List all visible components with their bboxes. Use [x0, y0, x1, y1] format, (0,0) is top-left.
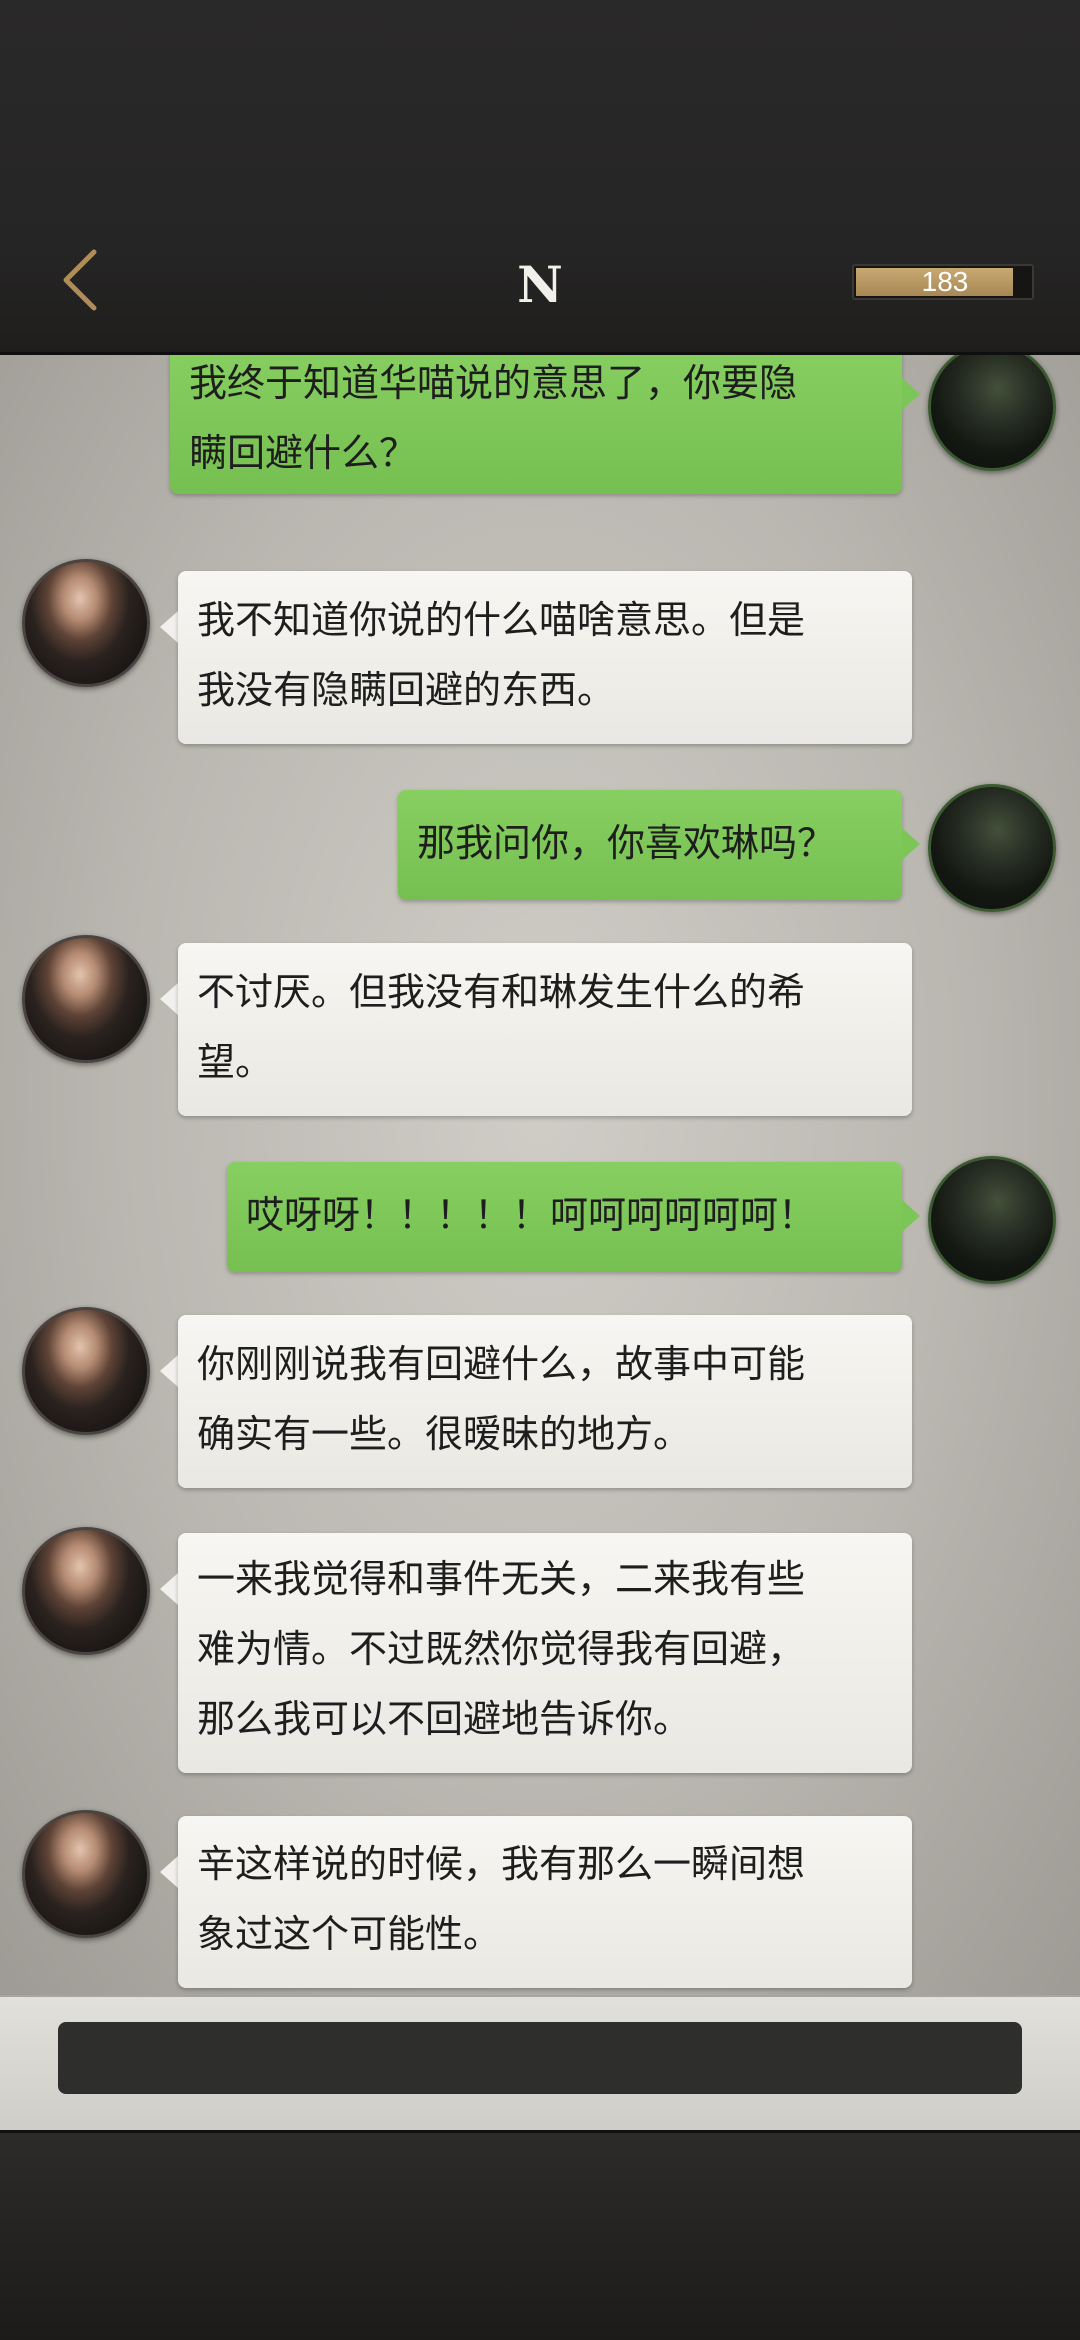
- bubble-tail: [902, 378, 920, 410]
- avatar-n[interactable]: [22, 1810, 150, 1938]
- avatar-self[interactable]: [928, 355, 1056, 471]
- top-bar: N 183: [0, 0, 1080, 355]
- message-bubble-n[interactable]: 不讨厌。但我没有和琳发生什么的希 望。: [178, 943, 912, 1116]
- avatar-n[interactable]: [22, 1527, 150, 1655]
- counter-badge[interactable]: 183: [852, 264, 1034, 300]
- bubble-tail: [902, 828, 920, 860]
- avatar-n[interactable]: [22, 935, 150, 1063]
- bubble-tail: [160, 1856, 178, 1888]
- message-bubble-n[interactable]: 辛这样说的时候，我有那么一瞬间想 象过这个可能性。: [178, 1816, 912, 1988]
- message-bubble-self[interactable]: 那我问你，你喜欢琳吗？: [398, 790, 902, 900]
- avatar-n[interactable]: [22, 1307, 150, 1435]
- input-bar: [0, 1995, 1080, 2132]
- avatar-n[interactable]: [22, 559, 150, 687]
- chat-area[interactable]: 我终于知道华喵说的意思了，你要隐 瞒回避什么？ 我不知道你说的什么喵啥意思。但是…: [0, 355, 1080, 1995]
- message-bubble-n[interactable]: 我不知道你说的什么喵啥意思。但是 我没有隐瞒回避的东西。: [178, 571, 912, 744]
- bubble-tail: [902, 1200, 920, 1232]
- message-input[interactable]: [58, 2022, 1022, 2094]
- bubble-tail: [160, 983, 178, 1015]
- message-bubble-self[interactable]: 哎呀呀！！！！！呵呵呵呵呵呵！: [227, 1162, 902, 1272]
- counter-value: 183: [921, 266, 969, 297]
- bubble-tail: [160, 1355, 178, 1387]
- avatar-self[interactable]: [928, 1156, 1056, 1284]
- message-bubble-self[interactable]: 我终于知道华喵说的意思了，你要隐 瞒回避什么？: [170, 355, 902, 494]
- bubble-tail: [160, 1573, 178, 1605]
- bubble-tail: [160, 611, 178, 643]
- message-bubble-n[interactable]: 你刚刚说我有回避什么，故事中可能 确实有一些。很暧昧的地方。: [178, 1315, 912, 1488]
- message-bubble-n[interactable]: 一来我觉得和事件无关，二来我有些 难为情。不过既然你觉得我有回避， 那么我可以不…: [178, 1533, 912, 1773]
- bottom-panel: [0, 2130, 1080, 2340]
- avatar-self[interactable]: [928, 784, 1056, 912]
